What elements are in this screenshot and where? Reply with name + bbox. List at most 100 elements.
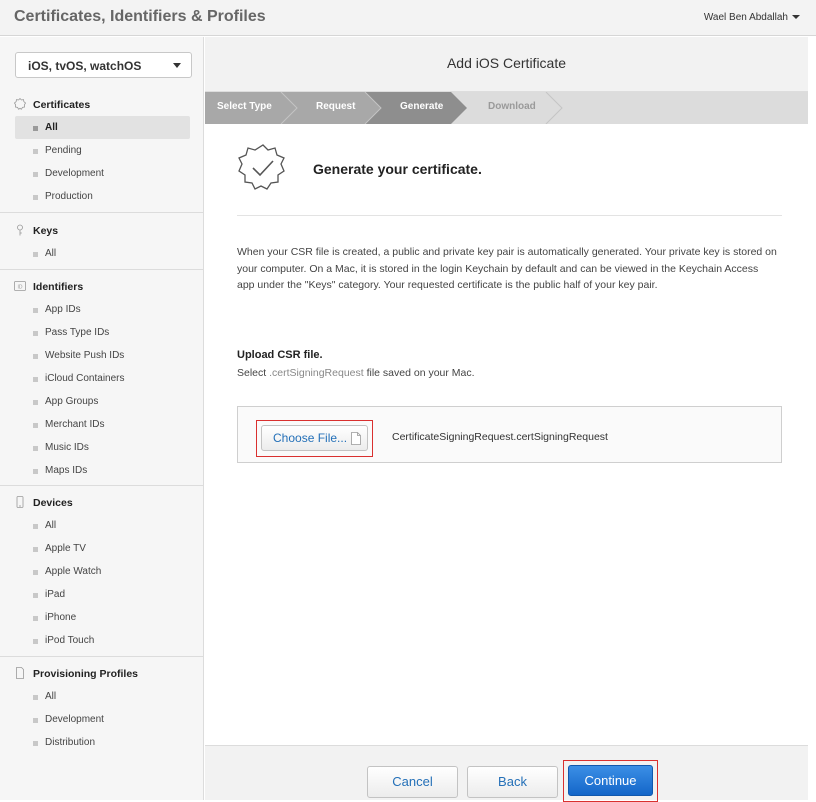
sidebar-item-label: iPhone [45,612,77,623]
bullet-icon [33,570,38,575]
sidebar-item-label: Apple Watch [45,566,102,577]
sidebar-item-label: Development [45,168,104,179]
sidebar-item-label: All [45,691,57,702]
sidebar-section-provisioning-profiles: Provisioning Profiles All Development Di… [0,665,204,754]
platform-select[interactable]: iOS, tvOS, watchOS [15,52,192,78]
divider [0,212,204,213]
bullet-icon [33,149,38,154]
bullet-icon [33,354,38,359]
sidebar-item-ipod-touch[interactable]: iPod Touch [15,629,190,652]
bullet-icon [33,695,38,700]
cancel-button[interactable]: Cancel [367,766,458,798]
certificate-icon [14,98,26,110]
sidebar-item-merchant-ids[interactable]: Merchant IDs [15,413,190,436]
sidebar-item-pass-type-ids[interactable]: Pass Type IDs [15,321,190,344]
bullet-icon [33,524,38,529]
sidebar-item-profiles-development[interactable]: Development [15,708,190,731]
sidebar-item-label: All [45,520,57,531]
sidebar-item-label: All [45,122,58,133]
sidebar-item-label: Website Push IDs [45,350,125,361]
document-icon [16,667,24,679]
sidebar-section-devices: Devices All Apple TV Apple Watch iPad iP… [0,494,204,652]
device-icon [16,496,24,508]
sidebar-item-label: Apple TV [45,543,86,554]
sidebar-item-devices-all[interactable]: All [15,514,190,537]
sidebar-item-label: Maps IDs [45,465,88,476]
user-menu[interactable]: Wael Ben Abdallah [704,12,788,23]
upload-instructions-pre: Select [237,367,270,379]
bullet-icon [33,741,38,746]
main-panel: Add iOS Certificate Select Type Request … [205,37,808,802]
bullet-icon [33,377,38,382]
sidebar-item-profiles-distribution[interactable]: Distribution [15,731,190,754]
step-separator [545,92,563,124]
sidebar-item-label: Music IDs [45,442,89,453]
sidebar: iOS, tvOS, watchOS Certificates All Pend… [0,37,204,800]
chevron-down-icon [173,63,181,68]
sidebar-item-label: iPod Touch [45,635,95,646]
sidebar-item-certificates-pending[interactable]: Pending [15,139,190,162]
sidebar-item-label: All [45,248,57,259]
bullet-icon [33,469,38,474]
sidebar-section-title: Devices [33,497,73,509]
sidebar-item-label: Development [45,714,104,725]
sidebar-item-ipad[interactable]: iPad [15,583,190,606]
step-generate: Generate [400,101,444,112]
sidebar-section-certificates: Certificates All Pending Development Pro… [0,96,204,208]
footer-actions: Cancel Back Continue [205,745,808,802]
sidebar-section-keys: Keys All [0,222,204,265]
bullet-icon [33,172,38,177]
sidebar-item-label: iCloud Containers [45,373,125,384]
sidebar-item-apple-tv[interactable]: Apple TV [15,537,190,560]
divider [0,656,204,657]
bullet-icon [33,400,38,405]
sidebar-item-keys-all[interactable]: All [15,242,190,265]
sidebar-item-app-groups[interactable]: App Groups [15,390,190,413]
step-download: Download [488,101,536,112]
sidebar-item-certificates-all[interactable]: All [15,116,190,139]
id-icon: ID [14,281,26,291]
divider [0,485,204,486]
upload-instructions-post: file saved on your Mac. [363,367,475,379]
sidebar-item-iphone[interactable]: iPhone [15,606,190,629]
bullet-icon [33,331,38,336]
top-bar: Certificates, Identifiers & Profiles Wae… [0,0,816,36]
selected-file-name: CertificateSigningRequest.certSigningReq… [392,431,608,443]
sidebar-item-label: Production [45,191,93,202]
bullet-icon [33,616,38,621]
sidebar-item-label: Pass Type IDs [45,327,110,338]
sidebar-item-apple-watch[interactable]: Apple Watch [15,560,190,583]
bullet-icon [33,126,38,131]
upload-title: Upload CSR file. [237,349,323,361]
sidebar-item-maps-ids[interactable]: Maps IDs [15,459,190,482]
sidebar-section-title: Keys [33,225,59,237]
highlight-outline: Continue [563,760,658,802]
sidebar-section-title: Certificates [33,99,91,111]
certificate-badge-icon [238,144,285,190]
svg-text:ID: ID [18,285,23,291]
bullet-icon [33,308,38,313]
back-button[interactable]: Back [467,766,558,798]
page-title: Add iOS Certificate [446,55,567,71]
bullet-icon [33,639,38,644]
sidebar-item-certificates-development[interactable]: Development [15,162,190,185]
upload-instructions-ext: .certSigningRequest [269,367,364,379]
sidebar-item-icloud-containers[interactable]: iCloud Containers [15,367,190,390]
sidebar-item-label: App IDs [45,304,81,315]
bullet-icon [33,446,38,451]
step-request: Request [316,101,356,112]
bullet-icon [33,718,38,723]
chevron-down-icon[interactable] [792,15,800,19]
bullet-icon [33,547,38,552]
sidebar-item-music-ids[interactable]: Music IDs [15,436,190,459]
key-icon [17,224,23,236]
sidebar-item-label: App Groups [45,396,99,407]
bullet-icon [33,593,38,598]
sidebar-item-app-ids[interactable]: App IDs [15,298,190,321]
continue-button[interactable]: Continue [568,765,653,796]
sidebar-item-profiles-all[interactable]: All [15,685,190,708]
sidebar-item-certificates-production[interactable]: Production [15,185,190,208]
sidebar-item-label: iPad [45,589,66,600]
sidebar-item-website-push-ids[interactable]: Website Push IDs [15,344,190,367]
choose-file-button[interactable]: Choose File... [261,425,368,451]
